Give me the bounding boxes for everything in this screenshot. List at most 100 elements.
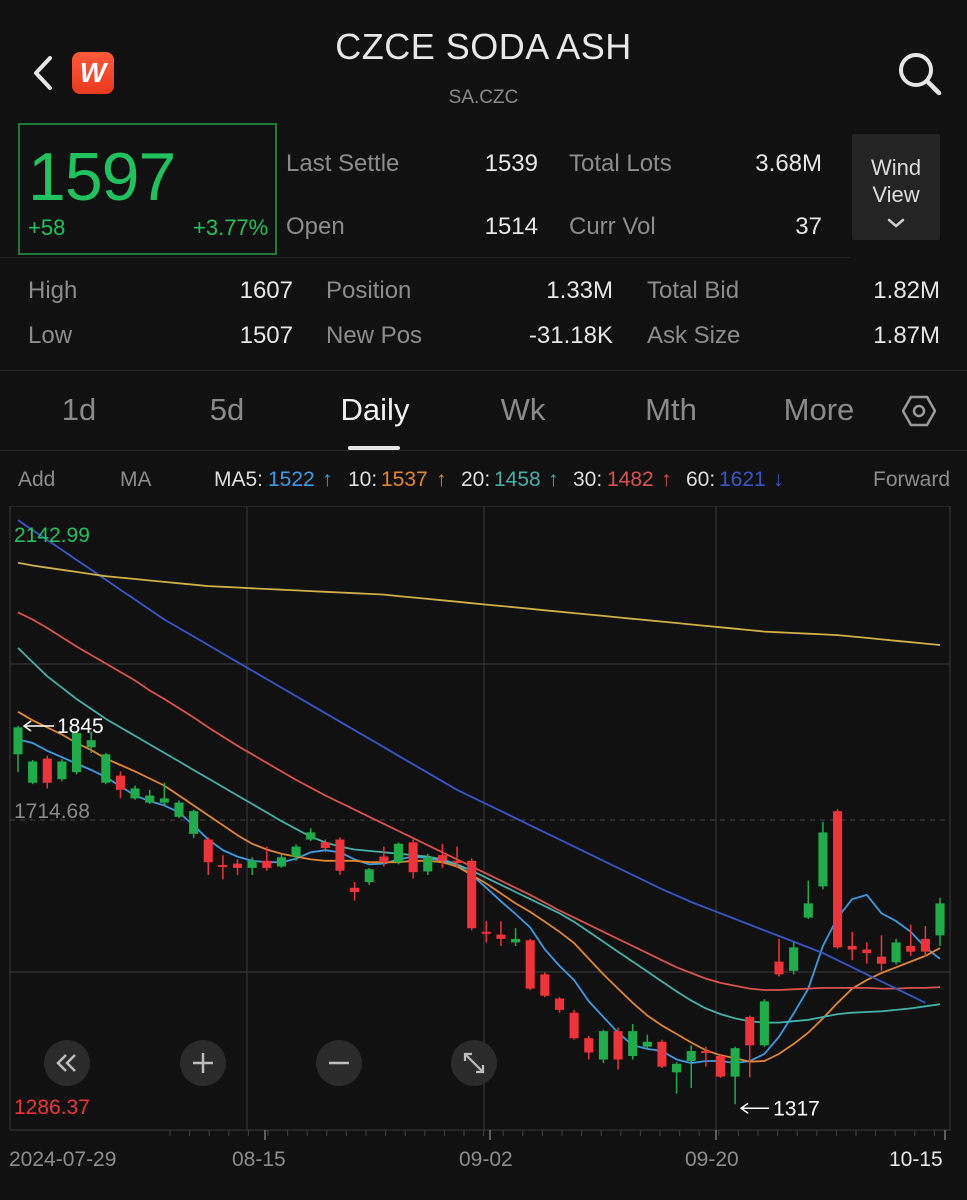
ma20-value: 1458 (494, 468, 541, 491)
max-annotation: 1845 (57, 715, 104, 738)
candle-body (408, 842, 418, 873)
tab-mth[interactable]: Mth (601, 392, 741, 428)
candle-body (159, 798, 169, 803)
candle-body (657, 1041, 667, 1067)
candle-body (42, 758, 52, 783)
y-min-label: 1286.37 (14, 1096, 90, 1119)
candle-body (145, 795, 155, 803)
position-label: Position (326, 277, 412, 304)
x-tick-label: 09-20 (685, 1148, 739, 1171)
zoom-out-button[interactable] (316, 1040, 362, 1086)
price-change: +58 (28, 215, 66, 240)
ma60-down-icon: ↓ (773, 468, 784, 491)
candle-body (306, 832, 316, 840)
candle-body (642, 1041, 652, 1047)
candle-body (379, 856, 389, 863)
chart-settings-button[interactable] (901, 394, 937, 428)
last-price: 1597 (28, 139, 176, 215)
candle-body (189, 811, 199, 834)
low-label: Low (28, 322, 73, 349)
wind-view-line2: View (872, 182, 920, 207)
tab-5d[interactable]: 5d (157, 392, 297, 428)
candle-body (628, 1031, 638, 1056)
candle-body (452, 860, 462, 863)
total-bid-value: 1.82M (873, 277, 940, 304)
candle-body (569, 1012, 579, 1039)
candle-body (13, 727, 23, 755)
candle-body (540, 974, 550, 996)
tab-1d[interactable]: 1d (9, 392, 149, 428)
candle-body (686, 1051, 696, 1061)
divider (0, 257, 850, 258)
candlestick-chart[interactable]: 2142.99 1714.68 1286.37 1845 1317 (0, 506, 967, 1200)
candle-body (115, 775, 125, 790)
x-tick-label: 08-15 (232, 1148, 286, 1171)
candle-body (393, 843, 404, 863)
ma60-label: 60: (686, 468, 716, 491)
indicator-row: Add MA MA5: 1522 ↑ 10: 1537 ↑ 20: 1458 ↑… (0, 466, 967, 496)
ma-line-ma5 (17, 738, 941, 1065)
wind-view-button[interactable]: Wind View (852, 134, 940, 240)
candle-body (701, 1051, 711, 1054)
divider (0, 450, 967, 451)
candle-body (467, 860, 477, 929)
ma20-label: 20: (461, 468, 491, 491)
candle-body (847, 945, 857, 950)
candle-body (715, 1055, 726, 1077)
plus-icon (193, 1053, 213, 1073)
expand-icon (463, 1052, 485, 1074)
x-tick-label: 09-02 (459, 1148, 513, 1171)
candle-body (174, 802, 184, 817)
ma-line-60 (17, 519, 926, 1004)
tab-wk[interactable]: Wk (453, 392, 593, 428)
total-lots-label: Total Lots (569, 150, 672, 177)
ma-line-10 (17, 711, 941, 1063)
candle-body (789, 947, 799, 971)
ma10-label: 10: (348, 468, 378, 491)
candle-body (72, 733, 82, 773)
candle-body (320, 842, 330, 849)
last-settle-value: 1539 (484, 150, 538, 177)
high-value: 1607 (239, 277, 293, 304)
ma5-up-icon: ↑ (322, 468, 333, 491)
chevron-down-icon (887, 218, 905, 228)
instrument-code: SA.CZC (448, 87, 519, 108)
plot-frame (9, 506, 951, 1131)
candle-body (262, 860, 272, 868)
ma60-value: 1621 (719, 468, 766, 491)
curr-vol-value: 37 (795, 213, 822, 240)
ma5-value: 1522 (268, 468, 315, 491)
tab-daily[interactable]: Daily (305, 392, 445, 428)
candle-body (130, 788, 140, 799)
candle-body (232, 863, 243, 868)
total-bid-label: Total Bid (647, 277, 740, 304)
candle-body (57, 761, 67, 780)
ma5-label: MA5: (214, 468, 264, 491)
double-chevron-left-icon (56, 1054, 76, 1072)
ma30-label: 30: (573, 468, 603, 491)
search-button[interactable] (896, 50, 944, 98)
y-mid-label: 1714.68 (14, 800, 90, 823)
candle-body (350, 887, 360, 893)
tab-more[interactable]: More (749, 392, 889, 428)
candle-body (935, 903, 945, 936)
minus-icon (329, 1061, 349, 1065)
candle-body (511, 938, 521, 943)
fullscreen-button[interactable] (451, 1040, 497, 1086)
scroll-left-button[interactable] (44, 1040, 90, 1086)
candle-body (276, 857, 286, 867)
candle-body (803, 903, 813, 918)
candle-body (906, 945, 916, 952)
add-indicator-button[interactable]: Add (18, 468, 55, 492)
zoom-in-button[interactable] (180, 1040, 226, 1086)
ma-button[interactable]: MA (120, 468, 152, 492)
candle-body (759, 1001, 769, 1046)
search-icon (899, 53, 942, 96)
candle-body (218, 865, 228, 868)
x-tick-label: 2024-07-29 (9, 1148, 117, 1171)
y-max-label: 2142.99 (14, 524, 90, 547)
candle-body (423, 857, 433, 872)
forward-button[interactable]: Forward (873, 468, 950, 492)
min-annotation: 1317 (773, 1097, 820, 1120)
candle-body (101, 754, 111, 783)
